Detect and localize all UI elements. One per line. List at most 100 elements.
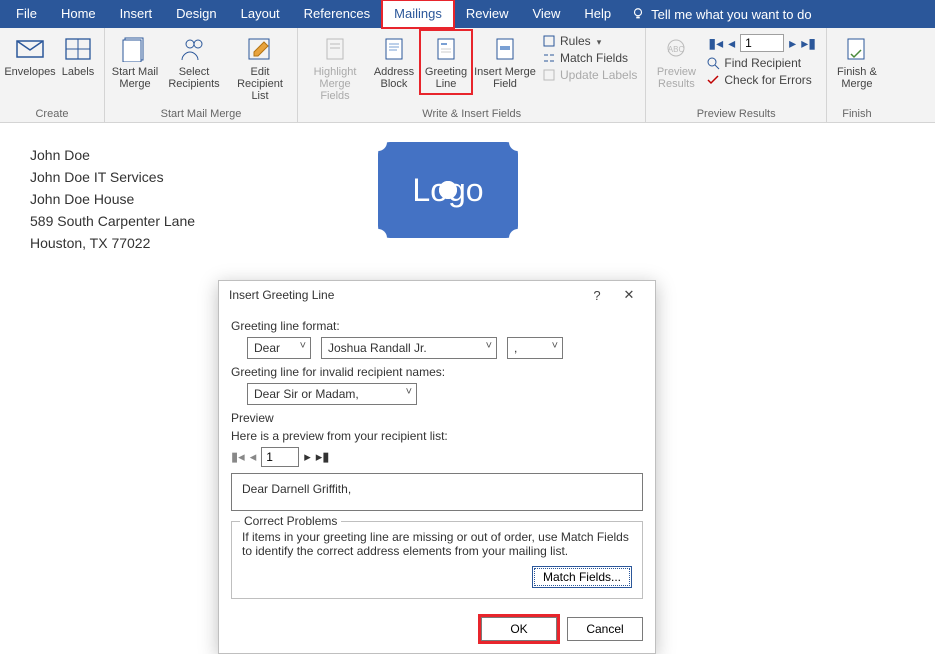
lightbulb-icon xyxy=(631,7,645,21)
salutation-select[interactable]: Dear xyxy=(247,337,311,359)
correct-problems-fieldset: Correct Problems If items in your greeti… xyxy=(231,521,643,599)
check-errors-button[interactable]: Check for Errors xyxy=(706,73,818,87)
format-label: Greeting line format: xyxy=(231,319,643,333)
menu-file[interactable]: File xyxy=(4,0,49,28)
correct-problems-text: If items in your greeting line are missi… xyxy=(242,530,632,558)
greeting-line-icon xyxy=(430,34,462,64)
insert-merge-field-label: Insert MergeField xyxy=(474,66,536,90)
update-labels-button: Update Labels xyxy=(542,68,637,82)
insert-merge-field-icon xyxy=(489,34,521,64)
envelopes-label: Envelopes xyxy=(4,66,55,78)
rules-label: Rules xyxy=(560,34,591,48)
preview-output: Dear Darnell Griffith, xyxy=(231,473,643,511)
select-recipients-icon xyxy=(178,34,210,64)
invalid-greeting-select[interactable]: Dear Sir or Madam, xyxy=(247,383,417,405)
finish-merge-icon xyxy=(841,34,873,64)
menu-bar: File Home Insert Design Layout Reference… xyxy=(0,0,935,28)
menu-review[interactable]: Review xyxy=(454,0,521,28)
update-labels-label: Update Labels xyxy=(560,68,637,82)
last-record-button[interactable]: ▸▮ xyxy=(801,35,816,52)
punctuation-select[interactable]: , xyxy=(507,337,563,359)
edit-recipient-list-button[interactable]: EditRecipient List xyxy=(227,30,293,106)
dialog-help-button[interactable]: ? xyxy=(581,281,613,309)
ribbon-group-label-start: Start Mail Merge xyxy=(161,107,242,122)
svg-text:ABC: ABC xyxy=(668,45,685,54)
preview-section-label: Preview xyxy=(231,411,643,425)
labels-label: Labels xyxy=(62,66,94,78)
preview-next-button[interactable]: ▸ xyxy=(304,449,311,465)
labels-button[interactable]: Labels xyxy=(56,30,100,82)
envelopes-button[interactable]: Envelopes xyxy=(4,30,56,82)
prev-record-button[interactable]: ◂ xyxy=(728,35,735,52)
menu-home[interactable]: Home xyxy=(49,0,108,28)
greeting-line-label: GreetingLine xyxy=(425,66,467,90)
match-fields-dialog-button[interactable]: Match Fields... xyxy=(532,566,632,588)
ribbon-group-label-finish: Finish xyxy=(842,107,871,122)
cancel-button[interactable]: Cancel xyxy=(567,617,643,641)
select-recipients-button[interactable]: SelectRecipients xyxy=(161,30,227,94)
match-fields-button[interactable]: Match Fields xyxy=(542,51,637,65)
tell-me-search[interactable]: Tell me what you want to do xyxy=(631,7,811,22)
ribbon-group-preview: ABC PreviewResults ▮◂ ◂ ▸ ▸▮ Find Recipi… xyxy=(646,28,827,122)
ribbon-group-start-merge: Start MailMerge SelectRecipients EditRec… xyxy=(105,28,298,122)
update-labels-icon xyxy=(542,68,556,82)
ribbon: Envelopes Labels Create Start MailMerge xyxy=(0,28,935,123)
preview-results-button: ABC PreviewResults xyxy=(650,30,702,94)
search-icon xyxy=(706,56,720,70)
finish-merge-button[interactable]: Finish &Merge xyxy=(831,30,883,94)
menu-view[interactable]: View xyxy=(520,0,572,28)
find-recipient-button[interactable]: Find Recipient xyxy=(706,56,818,70)
match-fields-icon xyxy=(542,51,556,65)
highlight-merge-fields-button: HighlightMerge Fields xyxy=(302,30,368,106)
match-fields-label: Match Fields xyxy=(560,51,628,65)
check-errors-icon xyxy=(706,73,720,87)
dialog-title-text: Insert Greeting Line xyxy=(229,288,334,302)
edit-recipient-label: EditRecipient List xyxy=(229,66,291,102)
highlight-icon xyxy=(319,34,351,64)
edit-recipient-icon xyxy=(244,34,276,64)
address-block-label: AddressBlock xyxy=(374,66,414,90)
preview-first-button: ▮◂ xyxy=(231,449,245,465)
preview-record-input[interactable] xyxy=(261,447,299,467)
menu-mailings[interactable]: Mailings xyxy=(382,0,454,28)
ribbon-group-finish: Finish &Merge Finish xyxy=(827,28,887,122)
rules-button[interactable]: Rules xyxy=(542,34,637,48)
select-recipients-label: SelectRecipients xyxy=(168,66,219,90)
start-mail-merge-button[interactable]: Start MailMerge xyxy=(109,30,161,94)
dialog-titlebar[interactable]: Insert Greeting Line ? ✕ xyxy=(219,281,655,309)
insert-greeting-line-dialog: Insert Greeting Line ? ✕ Greeting line f… xyxy=(218,280,656,654)
menu-layout[interactable]: Layout xyxy=(229,0,292,28)
ribbon-group-label-preview: Preview Results xyxy=(697,107,776,122)
preview-prev-button: ◂ xyxy=(250,449,257,465)
name-format-select[interactable]: Joshua Randall Jr. xyxy=(321,337,497,359)
ribbon-group-write-insert: HighlightMerge Fields AddressBlock Greet… xyxy=(298,28,646,122)
menu-references[interactable]: References xyxy=(292,0,382,28)
start-merge-icon xyxy=(119,34,151,64)
preview-hint: Here is a preview from your recipient li… xyxy=(231,429,643,443)
preview-last-button[interactable]: ▸▮ xyxy=(316,449,330,465)
menu-help[interactable]: Help xyxy=(572,0,623,28)
next-record-button[interactable]: ▸ xyxy=(789,35,796,52)
dialog-close-button[interactable]: ✕ xyxy=(613,281,645,309)
ribbon-group-label-create: Create xyxy=(35,107,68,122)
envelope-icon xyxy=(14,34,46,64)
label-icon xyxy=(62,34,94,64)
tell-me-label: Tell me what you want to do xyxy=(651,7,811,22)
record-number-input[interactable] xyxy=(740,34,784,52)
first-record-button[interactable]: ▮◂ xyxy=(708,35,723,52)
finish-merge-label: Finish &Merge xyxy=(837,66,877,90)
insert-merge-field-button[interactable]: Insert MergeField xyxy=(472,30,538,94)
greeting-line-button[interactable]: GreetingLine xyxy=(420,30,472,94)
rules-icon xyxy=(542,34,556,48)
check-errors-label: Check for Errors xyxy=(724,73,811,87)
highlight-label: HighlightMerge Fields xyxy=(304,66,366,102)
start-mail-merge-label: Start MailMerge xyxy=(112,66,158,90)
menu-insert[interactable]: Insert xyxy=(108,0,165,28)
ribbon-group-create: Envelopes Labels Create xyxy=(0,28,105,122)
preview-text: Dear Darnell Griffith, xyxy=(242,482,351,496)
menu-design[interactable]: Design xyxy=(164,0,228,28)
invalid-label: Greeting line for invalid recipient name… xyxy=(231,365,643,379)
logo-placeholder: Logo xyxy=(378,142,518,238)
ok-button[interactable]: OK xyxy=(481,617,557,641)
address-block-button[interactable]: AddressBlock xyxy=(368,30,420,94)
